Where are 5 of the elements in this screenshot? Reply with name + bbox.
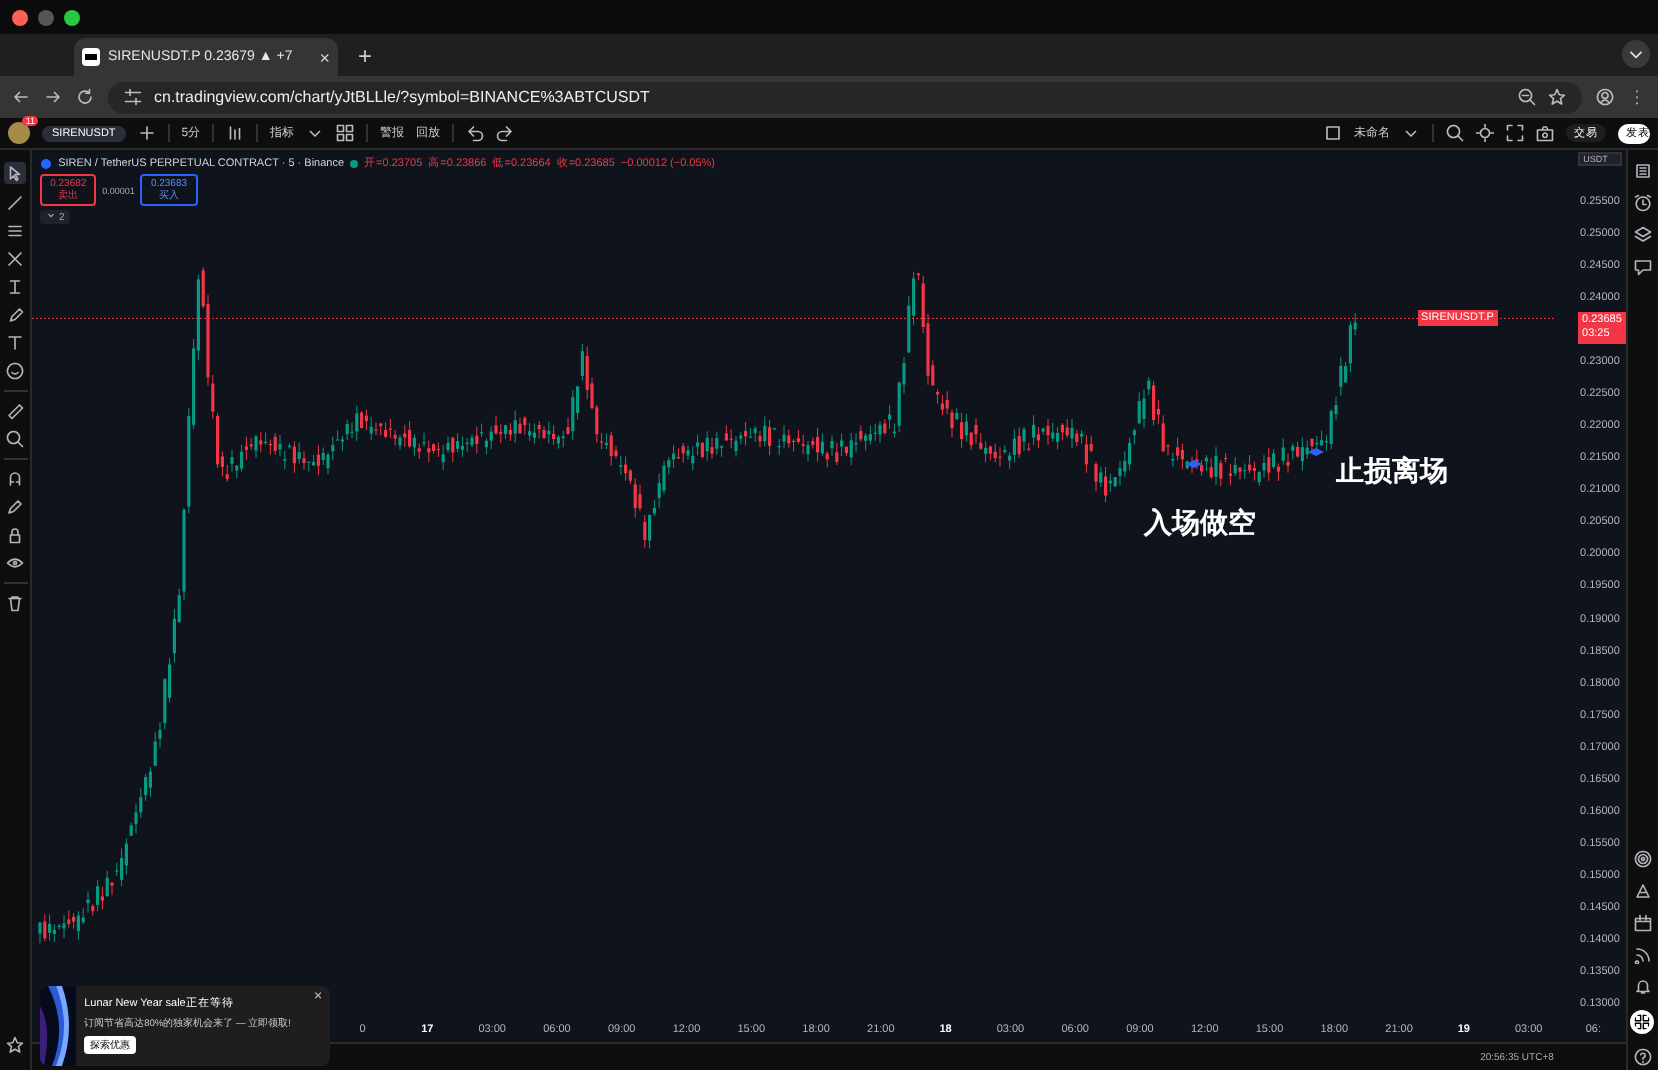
close-tab-button[interactable]: × — [319, 47, 330, 67]
chart-annotation: 止损离场 — [1336, 454, 1449, 490]
new-tab-button[interactable]: + — [358, 41, 373, 69]
address-bar[interactable]: cn.tradingview.com/chart/yJtBLLle/?symbol=BINANCE%3ABTCUSDT — [108, 81, 1582, 113]
chart-annotation: 入场做空 — [1144, 506, 1257, 542]
